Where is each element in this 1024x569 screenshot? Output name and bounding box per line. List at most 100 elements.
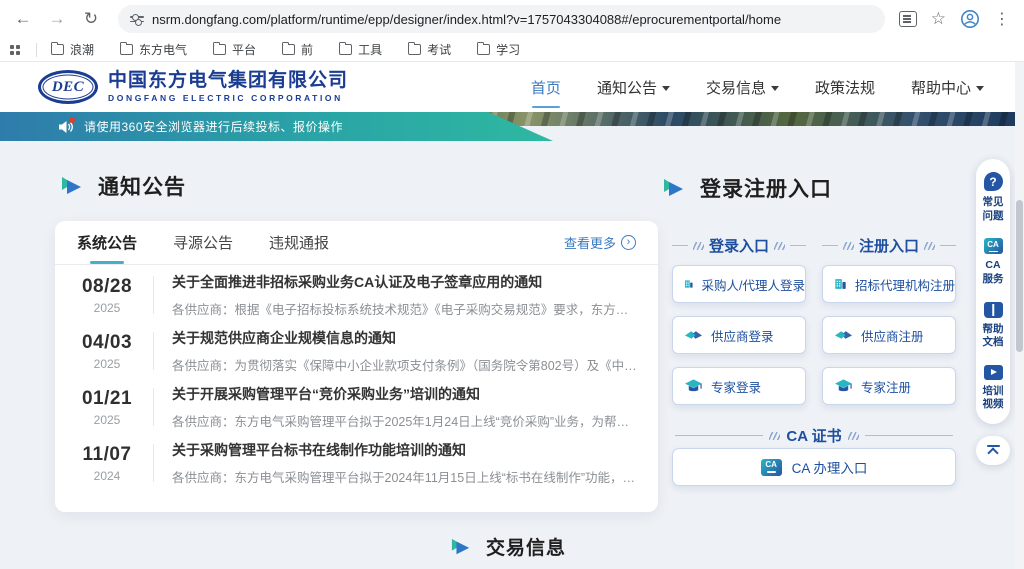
site-settings-icon[interactable] [130,16,144,22]
url-text[interactable]: nsrm.dongfang.com/platform/runtime/epp/d… [152,12,781,27]
bookmark-folder[interactable]: 工具 [339,41,382,58]
section-title: 交易信息 [486,533,566,560]
nav-trade-info[interactable]: 交易信息 [706,77,779,98]
notice-date: 04/03 [75,332,139,354]
back-to-top-button[interactable] [976,436,1010,465]
nav-label: 政策法规 [815,77,875,98]
ca-badge-icon: CA [984,238,1003,254]
notice-list-item[interactable]: 04/032025 关于规范供应商企业规模信息的通知各供应商：为贯彻落实《保障中… [55,323,658,379]
buyer-agent-login-button[interactable]: 采购人/代理人登录 [672,265,806,303]
section-arrow-icon [60,175,84,197]
folder-icon [339,44,352,55]
bookmark-label: 学习 [496,41,520,58]
forward-icon[interactable]: → [44,6,70,32]
site-header: DEC 中国东方电气集团有限公司 DONGFANG ELECTRIC CORPO… [0,62,1024,112]
faq-button[interactable]: ? 常见问题 [981,172,1005,223]
bookmark-star-icon[interactable]: ☆ [931,9,946,29]
scrollbar-thumb[interactable] [1016,200,1023,352]
bookmark-folder[interactable]: 东方电气 [120,41,187,58]
notice-year: 2025 [75,301,139,315]
notice-desc: 各供应商：东方电气采购管理平台拟于2024年11月15日上线“标书在线制作”功能… [172,467,638,486]
login-buttons: 采购人/代理人登录 招标代理机构注册 供应商登录 [672,265,956,405]
supplier-register-button[interactable]: 供应商注册 [822,316,956,354]
ca-group-header: CA 证书 [672,425,956,446]
bookmark-folder[interactable]: 学习 [477,41,520,58]
floating-toolbar: ? 常见问题 CA CA 服务 帮助文档 培训视频 [976,159,1010,424]
notice-title: 关于规范供应商企业规模信息的通知 [172,328,638,348]
dec-logo-icon: DEC [38,70,98,104]
bookmark-label: 浪潮 [70,41,94,58]
notice-desc: 各供应商：为贯彻落实《保障中小企业款项支付条例》（国务院令第802号）及《中小企… [172,355,638,374]
chevron-right-circle-icon: › [621,235,636,250]
ca-badge-icon: CA [761,459,782,476]
company-name-cn: 中国东方电气集团有限公司 [108,71,348,92]
speaker-icon [58,120,74,134]
tab-system-notices[interactable]: 系统公告 [77,221,137,264]
bookmark-label: 东方电气 [139,41,187,58]
nav-label: 通知公告 [597,77,657,98]
folder-icon [120,44,133,55]
view-more-link[interactable]: 查看更多 › [564,233,636,252]
button-label: 专家登录 [711,377,761,396]
expert-register-button[interactable]: 专家注册 [822,367,956,405]
profile-icon[interactable] [960,9,980,29]
float-label: 常见问题 [981,196,1005,223]
nav-label: 帮助中心 [911,77,971,98]
bid-agency-register-button[interactable]: 招标代理机构注册 [822,265,956,303]
divider [153,276,154,314]
nav-help-center[interactable]: 帮助中心 [911,77,984,98]
hero-strip: 请使用360安全浏览器进行后续投标、报价操作 [0,112,1024,141]
reload-icon[interactable]: ↻ [78,6,104,32]
bookmark-label: 前 [301,41,313,58]
notice-list-item[interactable]: 01/212025 关于开展采购管理平台“竞价采购业务”培训的通知各供应商：东方… [55,379,658,435]
chevron-down-icon [976,86,984,91]
login-group-header: 登录入口 [672,235,806,256]
address-bar[interactable]: nsrm.dongfang.com/platform/runtime/epp/d… [118,5,885,33]
training-videos-button[interactable]: 培训视频 [981,365,1005,412]
chevron-down-icon [771,86,779,91]
expert-login-button[interactable]: 专家登录 [672,367,806,405]
bookmark-folder[interactable]: 考试 [408,41,451,58]
translate-icon[interactable] [899,11,917,27]
bookmark-folder[interactable]: 浪潮 [51,41,94,58]
notice-tabs: 系统公告 寻源公告 违规通报 查看更多 › [55,221,658,265]
notice-year: 2025 [75,413,139,427]
notice-list-item[interactable]: 11/072024 关于采购管理平台标书在线制作功能培训的通知各供应商：东方电气… [55,435,658,491]
section-arrow-icon [662,177,686,199]
folder-icon [408,44,421,55]
nav-policies[interactable]: 政策法规 [815,77,875,98]
ticker-text: 请使用360安全浏览器进行后续投标、报价操作 [84,118,343,135]
ca-service-button[interactable]: CA CA 服务 [981,238,1005,286]
browser-toolbar: ← → ↻ nsrm.dongfang.com/platform/runtime… [0,0,1024,38]
help-docs-button[interactable]: 帮助文档 [981,302,1005,350]
login-section-header: 登录注册入口 [662,173,832,203]
button-label: CA 办理入口 [792,457,868,477]
notice-list-item[interactable]: 08/28 2025 关于全面推进非招标采购业务CA认证及电子签章应用的通知各供应… [55,267,658,323]
nav-notices[interactable]: 通知公告 [597,77,670,98]
bookmark-folder[interactable]: 前 [282,41,313,58]
menu-kebab-icon[interactable]: ⋮ [994,9,1010,29]
apps-grid-icon[interactable] [10,45,20,55]
notice-desc: 各供应商：根据《电子招标投标系统技术规范》《电子采购交易规范》要求，东方电气采购… [172,299,638,318]
bookmark-label: 考试 [427,41,451,58]
notice-date: 08/28 [75,276,139,298]
nav-home[interactable]: 首页 [531,77,561,98]
handshake-icon [684,327,703,344]
ca-apply-button[interactable]: CA CA 办理入口 [672,448,956,486]
notification-dot [69,117,75,123]
tab-sourcing-notices[interactable]: 寻源公告 [173,221,233,264]
back-icon[interactable]: ← [10,6,36,32]
notice-title: 关于全面推进非招标采购业务CA认证及电子签章应用的通知 [172,272,638,292]
question-icon: ? [984,172,1003,191]
company-logo[interactable]: DEC 中国东方电气集团有限公司 DONGFANG ELECTRIC CORPO… [38,70,348,104]
supplier-login-button[interactable]: 供应商登录 [672,316,806,354]
button-label: 供应商登录 [711,326,774,345]
tab-violation-reports[interactable]: 违规通报 [269,221,329,264]
folder-icon [213,44,226,55]
divider [153,388,154,426]
button-label: 招标代理机构注册 [855,275,955,294]
announcement-ribbon: 请使用360安全浏览器进行后续投标、报价操作 [0,112,553,141]
bookmark-folder[interactable]: 平台 [213,41,256,58]
view-more-label: 查看更多 [564,233,616,252]
notice-title: 关于采购管理平台标书在线制作功能培训的通知 [172,440,638,460]
